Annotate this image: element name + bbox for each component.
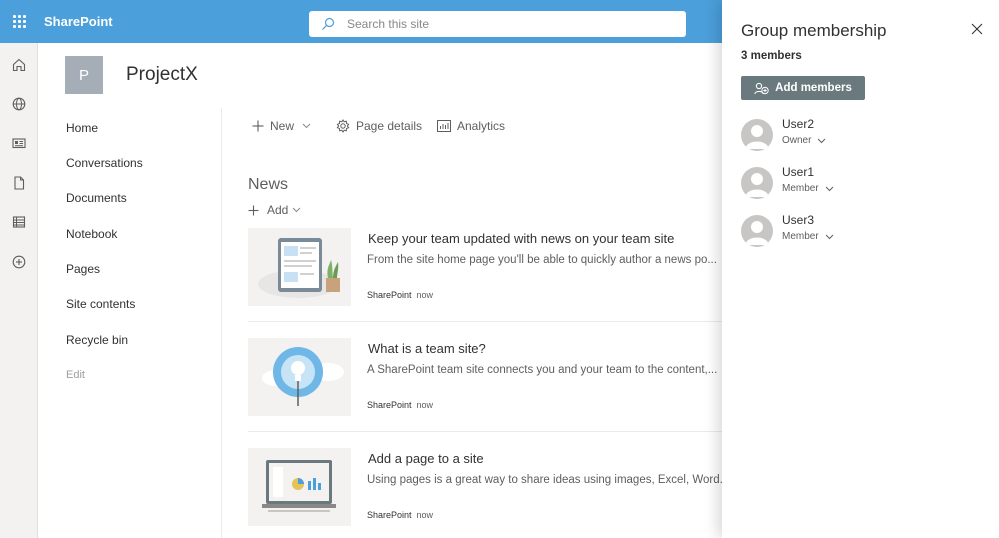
nav-item-recycle-bin[interactable]: Recycle bin [66,333,128,347]
laptop-illustration [262,460,336,512]
member-role-dropdown[interactable]: Owner [782,135,826,146]
news-description: From the site home page you'll be able t… [367,254,717,266]
nav-item-pages[interactable]: Pages [66,262,100,276]
nav-item-notebook[interactable]: Notebook [66,227,117,241]
news-thumbnail [248,448,351,526]
member-role-dropdown[interactable]: Member [782,231,834,242]
plus-icon [252,120,264,132]
news-description: Using pages is a great way to share idea… [367,474,722,486]
chevron-down-icon [302,123,311,129]
add-icon[interactable] [11,254,27,270]
search-icon [322,17,335,30]
page-details-button[interactable]: Page details [336,119,422,133]
suite-bar: SharePoint [0,0,722,43]
gear-icon [336,119,350,133]
nav-item-site-contents[interactable]: Site contents [66,297,135,311]
add-news-button[interactable]: Add [248,203,301,217]
analytics-icon [437,120,451,132]
news-icon[interactable] [11,135,27,151]
chevron-down-icon [818,138,826,143]
news-thumbnail [248,228,351,306]
member-role-label: Member [782,183,819,194]
member-row: User3 Member [741,213,941,249]
list-icon[interactable] [11,214,27,230]
lightbulb-illustration [262,347,344,406]
member-role-dropdown[interactable]: Member [782,183,834,194]
news-headline[interactable]: Add a page to a site [368,451,484,466]
member-row: User2 Owner [741,117,941,153]
member-role-label: Member [782,231,819,242]
nav-edit-link[interactable]: Edit [66,369,85,381]
news-item[interactable]: Keep your team updated with news on your… [248,228,722,318]
news-headline[interactable]: What is a team site? [368,341,486,356]
nav-item-documents[interactable]: Documents [66,191,127,205]
avatar[interactable] [741,119,773,151]
nav-item-conversations[interactable]: Conversations [66,156,143,170]
site-logo[interactable]: P [65,56,103,94]
add-members-label: Add members [775,82,852,94]
new-button-label: New [270,119,295,133]
close-icon[interactable] [970,22,984,36]
plus-icon [248,205,259,215]
new-button[interactable]: New [252,119,311,133]
member-name[interactable]: User1 [782,165,814,179]
site-title[interactable]: ProjectX [126,64,198,86]
avatar[interactable] [741,215,773,247]
member-name[interactable]: User3 [782,213,814,227]
group-membership-panel: Group membership 3 members Add members U… [722,0,999,538]
member-name[interactable]: User2 [782,117,814,131]
page-details-label: Page details [356,119,423,133]
news-meta: SharePoint now [367,400,433,410]
app-name[interactable]: SharePoint [44,14,113,29]
member-count: 3 members [741,50,802,62]
news-source: SharePoint [367,510,412,520]
add-news-label: Add [267,203,289,217]
divider [248,321,722,322]
member-row: User1 Member [741,165,941,201]
search-input[interactable] [347,17,647,31]
waffle-icon [12,15,26,28]
chevron-down-icon [293,207,301,213]
panel-title: Group membership [741,21,887,40]
app-bar [0,43,38,538]
chevron-down-icon [825,186,834,191]
add-members-button[interactable]: Add members [741,76,865,100]
nav-item-home[interactable]: Home [66,121,98,135]
news-description: A SharePoint team site connects you and … [367,364,718,376]
news-time: now [416,290,434,300]
news-heading: News [248,176,289,193]
member-role-label: Owner [782,135,812,146]
analytics-label: Analytics [457,119,506,133]
add-people-icon [754,82,769,94]
globe-icon[interactable] [11,96,27,112]
news-meta: SharePoint now [367,290,433,300]
news-item[interactable]: Add a page to a site Using pages is a gr… [248,448,722,538]
left-navigation: Home Conversations Documents Notebook Pa… [38,108,222,538]
news-time: now [416,510,434,520]
news-meta: SharePoint now [367,510,433,520]
news-thumbnail [248,338,351,416]
news-time: now [416,400,434,410]
chevron-down-icon [825,234,834,239]
news-source: SharePoint [367,400,412,410]
news-source: SharePoint [367,290,412,300]
divider [248,431,722,432]
home-icon[interactable] [11,57,27,73]
analytics-button[interactable]: Analytics [437,119,505,133]
file-icon[interactable] [11,175,27,191]
app-launcher-button[interactable] [0,0,38,43]
tablet-illustration [258,238,340,298]
avatar[interactable] [741,167,773,199]
news-headline[interactable]: Keep your team updated with news on your… [368,231,674,246]
search-box[interactable] [309,11,686,37]
news-item[interactable]: What is a team site? A SharePoint team s… [248,338,722,428]
